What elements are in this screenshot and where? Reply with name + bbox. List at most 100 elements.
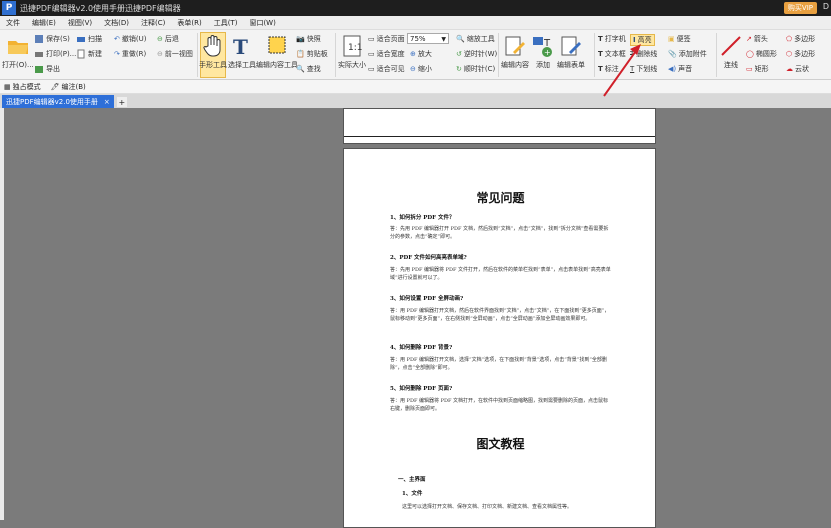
attach-file-button[interactable]: 📎 添加附件 [668, 49, 707, 59]
callout-button[interactable]: T 标注 [598, 64, 619, 74]
new-button[interactable]: 新建 [76, 49, 102, 59]
ellipse-icon: ◯ [746, 50, 754, 58]
menu-file[interactable]: 文件 [0, 18, 26, 28]
zoom-in-button[interactable]: ⊕ 放大 [410, 49, 432, 59]
folder-icon [7, 41, 28, 54]
left-panel-edge[interactable] [0, 108, 4, 520]
clipboard-button[interactable]: 📋 剪贴板 [296, 49, 328, 59]
rect-button[interactable]: ▭ 矩形 [746, 64, 769, 74]
edit-doc-button[interactable]: 编辑内容 [501, 34, 529, 70]
fit-page-button[interactable]: ▭ 适合页面 [368, 34, 405, 44]
menu-window[interactable]: 窗口(W) [243, 18, 281, 28]
polyline-button[interactable]: ⬡ 多边形 [786, 49, 815, 59]
chevron-down-icon: ▼ [441, 36, 446, 43]
textbox-icon: T [598, 50, 603, 58]
cloud-button[interactable]: ☁ 云状 [786, 64, 809, 74]
add-button[interactable]: T + 添加 [531, 34, 555, 70]
highlight-icon: I [633, 36, 636, 44]
mode-icon: ▦ [4, 82, 11, 91]
ellipse-button[interactable]: ◯ 椭圆形 [746, 49, 777, 59]
speaker-icon: ◀) [668, 65, 677, 73]
save-button[interactable]: 保存(S) [34, 34, 70, 44]
zoom-tool-button[interactable]: 🔍 缩放工具 [456, 34, 495, 44]
fit-page-icon: ▭ [368, 35, 375, 43]
line-icon [721, 36, 741, 56]
pencil-button[interactable]: 连线 [719, 34, 743, 70]
arrow-button[interactable]: ↗ 箭头 [746, 34, 768, 44]
save-icon [35, 35, 43, 43]
document-tab[interactable]: 迅捷PDF编辑器v2.0使用手册 × [2, 95, 114, 108]
back-button[interactable]: ⊖ 后退 [157, 34, 179, 44]
svg-text:1:1: 1:1 [348, 43, 362, 53]
undo-button[interactable]: ↶ 撤销(U) [114, 34, 146, 44]
menu-view[interactable]: 视图(V) [62, 18, 98, 28]
underline-icon: T [630, 65, 635, 73]
polygon-button[interactable]: ⬠ 多边形 [786, 34, 815, 44]
menu-bar: 文件 编辑(E) 视图(V) 文档(D) 注释(C) 表单(R) 工具(T) 窗… [0, 16, 831, 30]
exclusive-mode-button[interactable]: ▦ 独占模式 [4, 82, 41, 92]
select-tool-button[interactable]: T 选择工具 [228, 34, 256, 70]
previous-page [343, 108, 656, 144]
scanner-icon [77, 37, 85, 42]
typewriter-button[interactable]: T 打字机 [598, 34, 626, 44]
strikethrough-icon: T [630, 50, 635, 58]
menu-edit[interactable]: 编辑(E) [26, 18, 62, 28]
camera-icon: 📷 [296, 35, 305, 43]
pdf-page: 常见问题 1、如何拆分 PDF 文件？ 答：先用 PDF 编辑器打开 PDF 文… [343, 148, 656, 528]
menu-tools[interactable]: 工具(T) [208, 18, 244, 28]
fit-visible-button[interactable]: ▭ 适合可见 [368, 64, 405, 74]
comments-button[interactable]: 🖊 编注(B) [51, 82, 86, 92]
answer-5: 答：用 PDF 编辑器将 PDF 文档打开，在软件中找到页面缩略图，找到需要删除… [390, 398, 609, 412]
zoom-out-button[interactable]: ⊖ 缩小 [410, 64, 432, 74]
polyline-icon: ⬡ [786, 50, 793, 58]
paperclip-icon: 📎 [668, 50, 677, 58]
menu-comment[interactable]: 注释(C) [135, 18, 171, 28]
question-4: 4、如何删除 PDF 背景? [390, 345, 453, 351]
textbox-button[interactable]: T 文本框 [598, 49, 626, 59]
open-button[interactable]: 打开(O)... [2, 34, 34, 70]
buy-vip-button[interactable]: 购买VIP [783, 2, 817, 14]
edit-form-button[interactable]: 编辑表单 [557, 34, 585, 70]
scan-button[interactable]: 扫描 [76, 34, 102, 44]
hand-tool-button[interactable]: 手形工具 [199, 34, 227, 70]
text-select-icon: T [233, 35, 248, 58]
answer-1: 答：先用 PDF 编辑器打开 PDF 文档，然后找到“文档”，点击“文档”，找到… [390, 226, 609, 240]
fit-visible-icon: ▭ [368, 65, 375, 73]
underline-button[interactable]: T 下划线 [630, 64, 657, 74]
find-button[interactable]: 🔍 查找 [296, 64, 321, 74]
edit-content-tool-button[interactable]: 编辑内容工具 [256, 34, 298, 70]
previous-icon: ⊖ [157, 50, 163, 58]
print-icon [35, 52, 43, 57]
document-tab-bar: 迅捷PDF编辑器v2.0使用手册 × + [0, 94, 831, 108]
magnifier-icon: 🔍 [456, 35, 465, 43]
edit-doc-icon [505, 36, 525, 56]
snapshot-button[interactable]: 📷 快照 [296, 34, 321, 44]
previous-view-button[interactable]: ⊖ 前一视图 [157, 49, 193, 59]
rotate-right-button[interactable]: ↻ 顺时针(C) [456, 64, 495, 74]
sound-button[interactable]: ◀) 声音 [668, 64, 692, 74]
close-icon[interactable]: × [104, 98, 110, 106]
strikethrough-button[interactable]: T 删除线 [630, 49, 657, 59]
window-title: 迅捷PDF编辑器v2.0使用手册迅捷PDF编辑器 [20, 3, 181, 13]
redo-button[interactable]: ↷ 重做(R) [114, 49, 146, 59]
redo-icon: ↷ [114, 50, 120, 58]
fit-width-button[interactable]: ▭ 适合宽度 [368, 49, 405, 59]
rotate-left-icon: ↺ [456, 50, 462, 58]
clipboard-icon: 📋 [296, 50, 305, 58]
actual-size-button[interactable]: 1:1 实际大小 [338, 34, 366, 70]
page-heading: 常见问题 [476, 191, 525, 205]
section-file-text: 这里可以选择打开文档、保存文档、打印文档、新建文档、查看文档属性等。 [402, 504, 573, 510]
rotate-right-icon: ↻ [456, 65, 462, 73]
rotate-left-button[interactable]: ↺ 逆时针(W) [456, 49, 497, 59]
note-button[interactable]: ▣ 便签 [668, 34, 691, 44]
menu-document[interactable]: 文档(D) [98, 18, 135, 28]
print-button[interactable]: 打印(P)... [34, 49, 76, 59]
menu-form[interactable]: 表单(R) [171, 18, 207, 28]
zoom-level-select[interactable]: 75% ▼ [407, 33, 449, 44]
tutorial-heading: 图文教程 [476, 437, 525, 451]
zoom-out-icon: ⊖ [410, 65, 416, 73]
highlight-button[interactable]: I 高亮 [630, 34, 655, 46]
export-button[interactable]: 导出 [34, 64, 60, 74]
new-tab-button[interactable]: + [116, 97, 127, 107]
new-doc-icon [77, 49, 85, 59]
